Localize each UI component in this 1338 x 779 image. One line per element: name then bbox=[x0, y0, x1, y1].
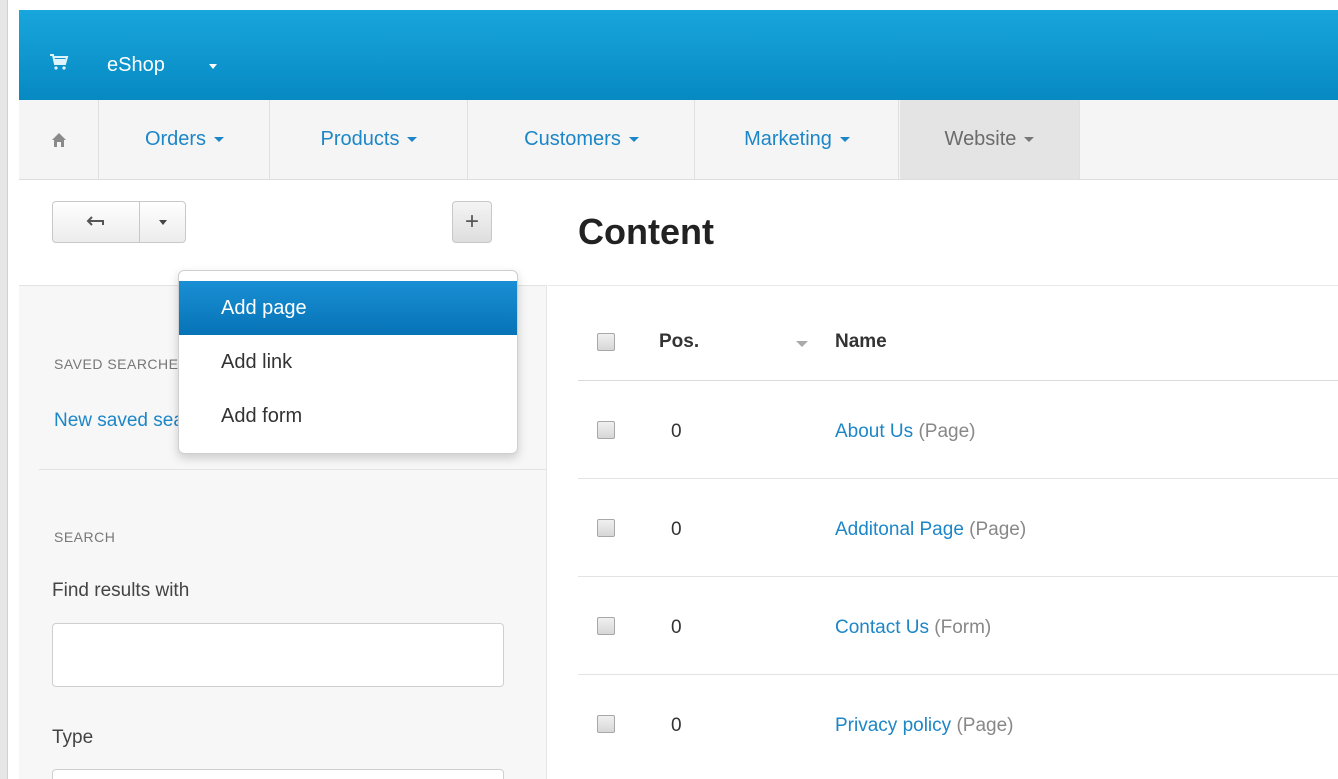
search-section-label: SEARCH bbox=[54, 529, 116, 545]
row-kind: (Page) bbox=[956, 715, 1014, 736]
pos-column-header[interactable]: Pos. bbox=[659, 331, 699, 353]
row-checkbox[interactable] bbox=[597, 715, 615, 733]
nav-marketing[interactable]: Marketing bbox=[696, 100, 899, 179]
name-column-header[interactable]: Name bbox=[835, 331, 887, 353]
type-label: Type bbox=[52, 727, 94, 748]
chevron-down-icon[interactable] bbox=[209, 64, 217, 69]
menu-item-add-form[interactable]: Add form bbox=[179, 389, 517, 443]
store-switcher[interactable]: eShop bbox=[107, 53, 165, 77]
row-pos: 0 bbox=[671, 715, 682, 736]
table-header: Pos. Name bbox=[578, 311, 1338, 381]
nav-customers-label: Customers bbox=[524, 128, 621, 150]
nav-home[interactable] bbox=[19, 100, 99, 179]
row-kind: (Page) bbox=[918, 421, 976, 442]
find-results-label: Find results with bbox=[52, 580, 190, 601]
home-icon bbox=[51, 132, 66, 147]
left-gutter bbox=[0, 0, 8, 779]
back-button-group bbox=[52, 201, 186, 243]
saved-searches-label: SAVED SEARCHES bbox=[54, 356, 189, 372]
table-row: 0 Contact Us (Form) bbox=[578, 577, 1338, 675]
nav-products-label: Products bbox=[320, 128, 400, 150]
row-name-link[interactable]: About Us bbox=[835, 421, 913, 442]
nav-website[interactable]: Website bbox=[900, 100, 1080, 179]
row-name-link[interactable]: Additonal Page bbox=[835, 519, 964, 540]
main-header: Content bbox=[548, 181, 1338, 286]
select-all-checkbox[interactable] bbox=[597, 333, 615, 351]
chevron-down-icon bbox=[214, 137, 225, 142]
back-arrow-icon bbox=[86, 216, 104, 226]
table-row: 0 Privacy policy (Page) bbox=[578, 675, 1338, 773]
add-dropdown-menu: Add page Add link Add form bbox=[178, 270, 518, 454]
row-checkbox[interactable] bbox=[597, 421, 615, 439]
sort-down-icon[interactable] bbox=[796, 341, 808, 347]
row-pos: 0 bbox=[671, 421, 682, 442]
row-pos: 0 bbox=[671, 617, 682, 638]
main-content: Content Pos. Name 0 About Us (Page) 0 Ad… bbox=[548, 181, 1338, 779]
menu-item-add-page[interactable]: Add page bbox=[179, 281, 517, 335]
back-button[interactable] bbox=[53, 202, 140, 242]
row-name-link[interactable]: Contact Us bbox=[835, 617, 929, 638]
chevron-down-icon bbox=[628, 137, 639, 142]
chevron-down-icon bbox=[1024, 137, 1035, 142]
row-kind: (Form) bbox=[934, 617, 992, 638]
main-nav: Orders Products Customers Marketing Webs… bbox=[19, 100, 1338, 180]
nav-orders[interactable]: Orders bbox=[100, 100, 270, 179]
nav-orders-label: Orders bbox=[144, 128, 207, 150]
top-bar: eShop bbox=[19, 10, 1338, 100]
nav-website-label: Website bbox=[944, 128, 1017, 150]
chevron-down-icon bbox=[158, 219, 167, 225]
content-table: Pos. Name 0 About Us (Page) 0 Additonal … bbox=[578, 311, 1338, 773]
table-row: 0 Additonal Page (Page) bbox=[578, 479, 1338, 577]
add-button[interactable]: + bbox=[452, 201, 492, 243]
nav-products[interactable]: Products bbox=[271, 100, 468, 179]
type-select[interactable] bbox=[52, 769, 504, 779]
page-title: Content bbox=[578, 211, 714, 252]
nav-marketing-label: Marketing bbox=[744, 128, 832, 150]
row-name: Additonal Page (Page) bbox=[835, 519, 1026, 541]
nav-customers[interactable]: Customers bbox=[469, 100, 695, 179]
find-results-input[interactable] bbox=[52, 623, 504, 687]
row-name: Privacy policy (Page) bbox=[835, 715, 1013, 737]
divider bbox=[39, 469, 547, 470]
table-row: 0 About Us (Page) bbox=[578, 381, 1338, 479]
chevron-down-icon bbox=[407, 137, 418, 142]
top-strip bbox=[8, 0, 1338, 10]
chevron-down-icon bbox=[839, 137, 850, 142]
menu-item-add-link[interactable]: Add link bbox=[179, 335, 517, 389]
back-dropdown-button[interactable] bbox=[140, 202, 185, 242]
row-name: About Us (Page) bbox=[835, 421, 975, 443]
row-name: Contact Us (Form) bbox=[835, 617, 991, 639]
row-name-link[interactable]: Privacy policy bbox=[835, 715, 951, 736]
shopping-cart-icon[interactable] bbox=[49, 53, 69, 71]
row-checkbox[interactable] bbox=[597, 617, 615, 635]
row-kind: (Page) bbox=[969, 519, 1027, 540]
row-pos: 0 bbox=[671, 519, 682, 540]
row-checkbox[interactable] bbox=[597, 519, 615, 537]
